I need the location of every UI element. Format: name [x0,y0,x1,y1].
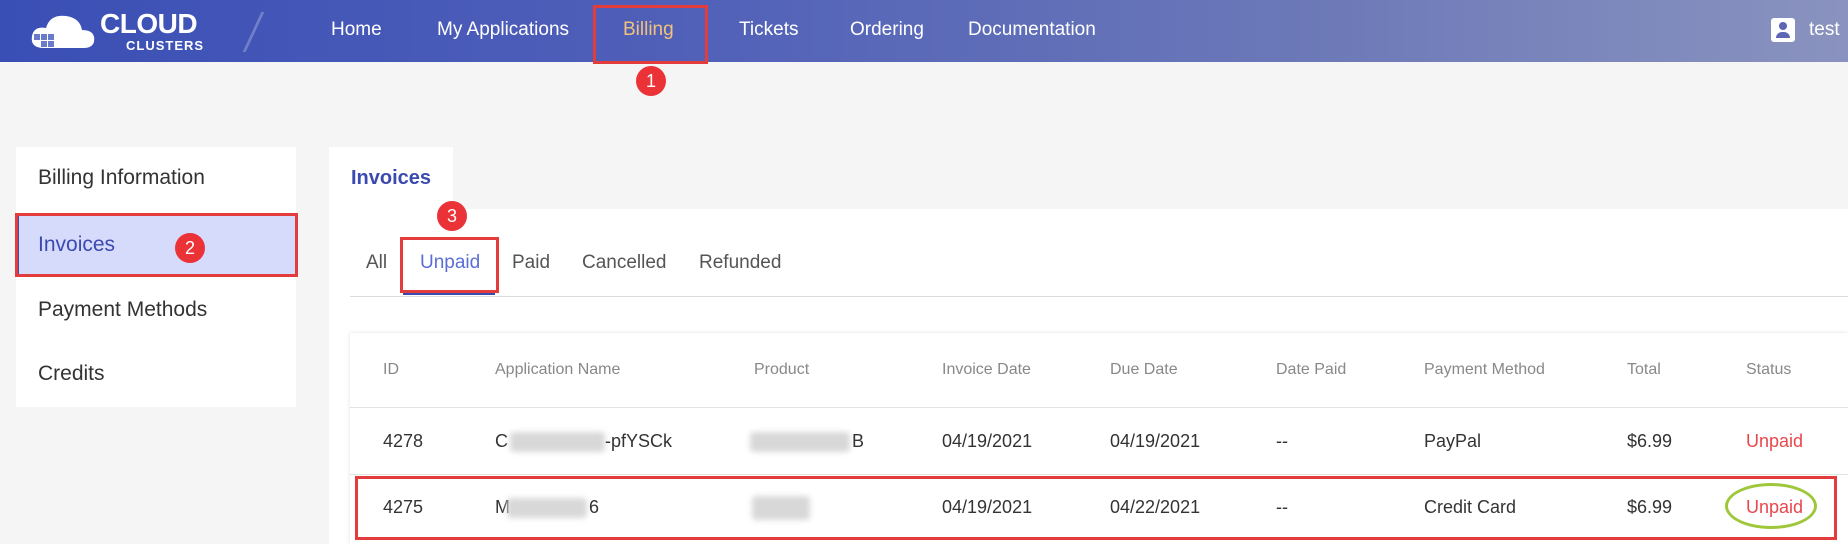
section-title: Invoices [351,167,432,189]
step-badge-3: 3 [437,201,467,231]
column-header-id[interactable]: ID [383,361,399,379]
sidebar-item-label: Payment Methods [38,298,208,321]
highlight-invoice-row [355,476,1837,540]
logo-sub-text: CLUSTERS [126,38,205,53]
invoice-id[interactable]: 4278 [383,431,423,452]
highlight-invoices [15,213,298,277]
nav-my-applications[interactable]: My Applications [437,19,569,41]
user-name[interactable]: test [1809,19,1840,41]
app-name-suffix: -pfYSCk [605,431,673,451]
filter-divider [350,296,1848,297]
logo-wordmark: CLOUD CLUSTERS [100,8,205,53]
cloud-clusters-logo[interactable]: CLOUD CLUSTERS [28,8,218,54]
highlight-unpaid-filter [400,237,499,293]
column-header-due-date[interactable]: Due Date [1110,361,1178,379]
sidebar-item-label: Credits [38,362,105,385]
header-divider [242,12,265,52]
sidebar-item-credits[interactable]: Credits [16,343,296,405]
nav-home[interactable]: Home [331,19,382,41]
step-badge-1: 1 [636,66,666,96]
top-navbar: CLOUD CLUSTERS Home My Applications Bill… [0,0,1848,62]
row-divider [350,407,1848,408]
highlight-billing [593,5,708,64]
column-header-invoice-date[interactable]: Invoice Date [942,361,1031,379]
cloud-logo-icon [31,15,95,48]
logo-main-text: CLOUD [100,8,198,39]
filter-refunded[interactable]: Refunded [699,252,781,274]
nav-ordering[interactable]: Ordering [850,19,924,41]
user-icon[interactable] [1771,18,1795,42]
filter-all[interactable]: All [366,252,387,274]
row-divider [350,474,1848,475]
nav-tickets[interactable]: Tickets [739,19,798,41]
tab-invoices[interactable]: Invoices [329,147,453,209]
column-header-total[interactable]: Total [1627,361,1661,379]
column-header-date-paid[interactable]: Date Paid [1276,361,1346,379]
nav-documentation[interactable]: Documentation [968,19,1096,41]
invoice-date: 04/19/2021 [942,431,1033,451]
app-name-prefix: C [495,431,508,451]
column-header-product[interactable]: Product [754,361,809,379]
step-badge-2: 2 [175,233,205,263]
sidebar-item-payment-methods[interactable]: Payment Methods [16,279,296,341]
redacted-product [750,432,850,452]
filter-paid[interactable]: Paid [512,252,550,274]
highlight-status-ellipse [1725,483,1817,529]
sidebar-item-label: Billing Information [38,166,205,189]
status-badge[interactable]: Unpaid [1746,431,1803,452]
billing-sidebar: Billing Information Invoices Payment Met… [16,147,296,407]
filter-cancelled[interactable]: Cancelled [582,252,667,274]
column-header-application-name[interactable]: Application Name [495,361,620,379]
column-header-payment-method[interactable]: Payment Method [1424,361,1545,379]
payment-method: PayPal [1424,431,1482,451]
column-header-status[interactable]: Status [1746,361,1791,379]
redacted-app-name [510,432,605,452]
sidebar-item-billing-information[interactable]: Billing Information [16,147,296,209]
due-date: 04/19/2021 [1110,431,1201,451]
product-suffix: B [852,431,865,451]
date-paid: -- [1276,431,1288,451]
invoice-total: $6.99 [1627,431,1673,451]
